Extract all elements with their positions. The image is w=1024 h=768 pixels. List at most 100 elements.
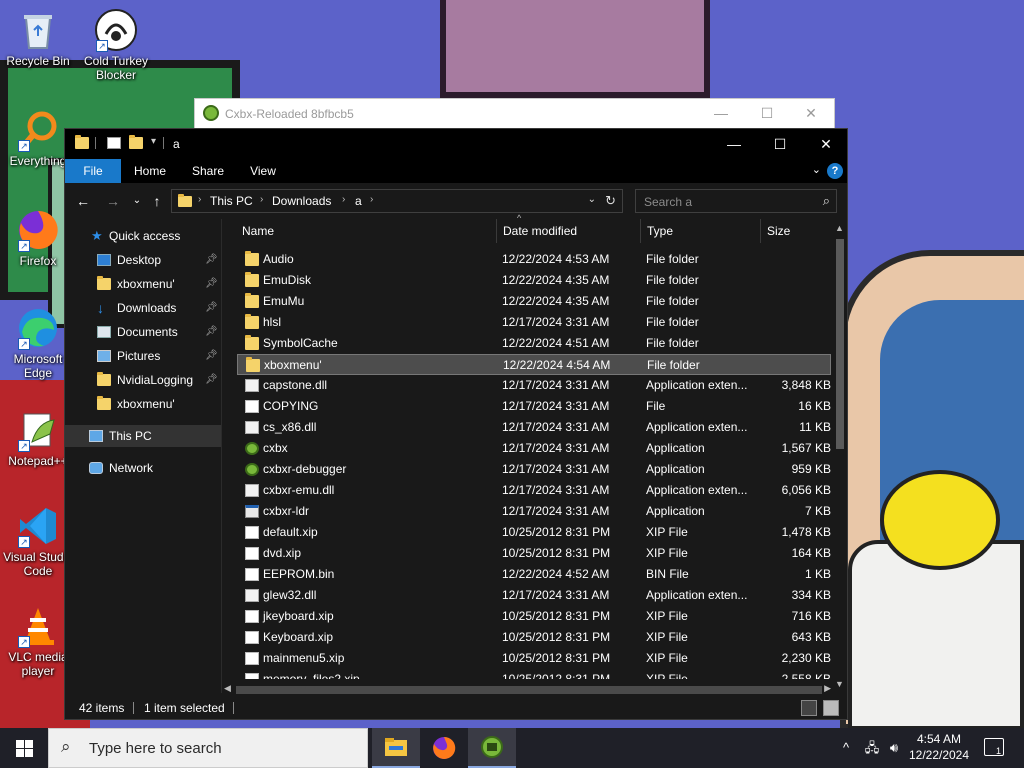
taskbar-cxbx[interactable]: [468, 728, 516, 768]
dll-file-icon: [245, 379, 259, 392]
taskbar-file-explorer[interactable]: [372, 728, 420, 768]
nav-item-documents[interactable]: Documents 📌︎: [65, 321, 221, 343]
file-row[interactable]: cxbxr-emu.dll 12/17/2024 3:31 AM Applicati…: [237, 480, 831, 501]
folder-icon: [178, 194, 192, 207]
column-header-size[interactable]: Size: [761, 219, 833, 243]
file-row[interactable]: cxbx 12/17/2024 3:31 AM Application 1,567 K…: [237, 438, 831, 459]
horizontal-scrollbar-thumb[interactable]: [236, 686, 822, 694]
file-row[interactable]: EmuDisk 12/22/2024 4:35 AM File folder: [237, 270, 831, 291]
taskbar-clock[interactable]: 4:54 AM 12/22/2024: [908, 731, 970, 763]
cxbx-close-button[interactable]: ✕: [791, 105, 831, 122]
network-status-icon[interactable]: 🖧︎: [862, 728, 882, 768]
file-row[interactable]: capstone.dll 12/17/2024 3:31 AM Applicatio…: [237, 375, 831, 396]
desktop-icon-label: Microsoft Edge: [13, 352, 63, 380]
pane-divider[interactable]: [221, 219, 222, 693]
nav-item-desktop[interactable]: Desktop 📌︎: [65, 249, 221, 271]
file-row[interactable]: dvd.xip 10/25/2012 8:31 PM XIP File 164 KB: [237, 543, 831, 564]
nav-item-pictures[interactable]: Pictures 📌︎: [65, 345, 221, 367]
file-row[interactable]: cxbxr-debugger 12/17/2024 3:31 AM Applicat…: [237, 459, 831, 480]
address-dropdown-chevron-icon[interactable]: ⌄: [588, 194, 596, 205]
tab-file[interactable]: File: [65, 159, 121, 183]
file-type: File folder: [646, 294, 699, 308]
show-hidden-icons-chevron-icon[interactable]: ^: [838, 728, 854, 768]
desktop-icon-recycle-bin[interactable]: Recycle Bin: [0, 8, 76, 68]
taskbar-search-input[interactable]: Type here to search: [89, 740, 222, 757]
minimize-button[interactable]: —: [711, 129, 757, 159]
pin-icon: 📌︎: [205, 278, 218, 289]
details-view-icon[interactable]: [801, 700, 817, 716]
file-row[interactable]: COPYING 12/17/2024 3:31 AM File 16 KB: [237, 396, 831, 417]
star-icon: ★: [91, 228, 103, 243]
column-header-type[interactable]: Type: [641, 219, 761, 243]
close-button[interactable]: ✕: [803, 129, 849, 159]
file-row[interactable]: jkeyboard.xip 10/25/2012 8:31 PM XIP File 7…: [237, 606, 831, 627]
vertical-scrollbar[interactable]: ▲ ▼: [833, 219, 847, 693]
file-row[interactable]: default.xip 10/25/2012 8:31 PM XIP File 1,4…: [237, 522, 831, 543]
taskbar-firefox[interactable]: [420, 728, 468, 768]
maximize-button[interactable]: ☐: [757, 129, 803, 159]
refresh-icon[interactable]: ↻: [605, 193, 616, 209]
up-arrow-icon[interactable]: ↑: [147, 191, 167, 211]
column-header-date-modified[interactable]: Date modified: [497, 219, 641, 243]
nav-item-quick-access[interactable]: ★ Quick access: [65, 225, 221, 247]
file-explorer-window[interactable]: ▾ a — ☐ ✕ File Home Share View ⌄ ? ← → ⌄…: [64, 128, 848, 720]
tab-view[interactable]: View: [243, 159, 283, 183]
file-row[interactable]: xboxmenu' 12/22/2024 4:54 AM File folder: [237, 354, 831, 375]
scroll-down-arrow-icon[interactable]: ▼: [835, 679, 844, 689]
notification-center-icon[interactable]: 1: [984, 738, 1004, 756]
vertical-scrollbar-thumb[interactable]: [836, 239, 844, 449]
new-folder-icon[interactable]: [129, 135, 143, 149]
quick-access-toolbar-dropdown-icon[interactable]: ▾: [151, 136, 156, 147]
back-arrow-icon[interactable]: ←: [73, 191, 93, 211]
recent-locations-chevron-icon[interactable]: ⌄: [127, 191, 147, 211]
nav-item-xboxmenu[interactable]: xboxmenu' 📌︎: [65, 273, 221, 295]
file-type: Application: [646, 504, 705, 518]
cxbx-window[interactable]: Cxbx-Reloaded 8bfbcb5 — ☐ ✕: [194, 98, 835, 132]
search-box[interactable]: Search a ⌕: [635, 189, 837, 213]
file-row[interactable]: hlsl 12/17/2024 3:31 AM File folder: [237, 312, 831, 333]
file-row[interactable]: mainmenu5.xip 10/25/2012 8:31 PM XIP File 2…: [237, 648, 831, 669]
help-icon[interactable]: ?: [827, 163, 843, 179]
file-row[interactable]: cxbxr-ldr 12/17/2024 3:31 AM Application 7 …: [237, 501, 831, 522]
volume-icon[interactable]: 🔊︎: [884, 728, 904, 768]
properties-icon[interactable]: [107, 137, 121, 149]
file-type: Application exten...: [646, 420, 748, 434]
scroll-right-arrow-icon[interactable]: ▶: [824, 683, 831, 694]
file-row[interactable]: EEPROM.bin 12/22/2024 4:52 AM BIN File 1 KB: [237, 564, 831, 585]
nav-item-this-pc[interactable]: This PC: [65, 425, 221, 447]
nav-item-nvidialogging[interactable]: NvidiaLogging 📌︎: [65, 369, 221, 391]
tab-share[interactable]: Share: [183, 159, 233, 183]
breadcrumb-separator-icon: ›: [198, 194, 202, 205]
start-button[interactable]: [0, 728, 48, 768]
file-row[interactable]: Audio 12/22/2024 4:53 AM File folder: [237, 249, 831, 270]
explorer-titlebar[interactable]: ▾ a — ☐ ✕: [65, 129, 847, 159]
file-row[interactable]: glew32.dll 12/17/2024 3:31 AM Application …: [237, 585, 831, 606]
nav-item-downloads[interactable]: ↓ Downloads 📌︎: [65, 297, 221, 319]
column-header-name[interactable]: Name: [236, 219, 497, 243]
scroll-left-arrow-icon[interactable]: ◀: [224, 683, 231, 694]
tab-home[interactable]: Home: [127, 159, 173, 183]
file-row[interactable]: Keyboard.xip 10/25/2012 8:31 PM XIP File 64…: [237, 627, 831, 648]
ribbon-tabs: File Home Share View ⌄ ?: [65, 159, 847, 183]
file-row[interactable]: SymbolCache 12/22/2024 4:51 AM File folder: [237, 333, 831, 354]
cxbx-minimize-button[interactable]: —: [701, 105, 741, 121]
breadcrumb-downloads[interactable]: Downloads: [272, 194, 331, 208]
breadcrumb-this-pc[interactable]: This PC: [210, 194, 253, 208]
file-type: XIP File: [646, 609, 688, 623]
horizontal-scrollbar[interactable]: ◀ ▶: [222, 683, 833, 697]
large-icons-view-icon[interactable]: [823, 700, 839, 716]
taskbar-search-box[interactable]: ⌕ Type here to search: [48, 728, 368, 768]
forward-arrow-icon[interactable]: →: [103, 191, 123, 211]
address-bar[interactable]: › This PC › Downloads › a › ⌄ ↻: [171, 189, 623, 213]
desktop-icon-cold-turkey[interactable]: ↗ Cold Turkey Blocker: [78, 8, 154, 82]
scroll-up-arrow-icon[interactable]: ▲: [835, 223, 844, 233]
file-row[interactable]: cs_x86.dll 12/17/2024 3:31 AM Application …: [237, 417, 831, 438]
nav-item-network[interactable]: Network: [65, 457, 221, 479]
search-input[interactable]: Search a: [644, 195, 692, 209]
file-row[interactable]: memory_files2.xip 10/25/2012 8:31 PM XIP F…: [237, 669, 831, 679]
breadcrumb-a[interactable]: a: [355, 194, 362, 208]
nav-item-xboxmenu-2[interactable]: xboxmenu': [65, 393, 221, 415]
file-row[interactable]: EmuMu 12/22/2024 4:35 AM File folder: [237, 291, 831, 312]
expand-ribbon-chevron-icon[interactable]: ⌄: [812, 163, 821, 176]
cxbx-maximize-button[interactable]: ☐: [747, 105, 787, 122]
